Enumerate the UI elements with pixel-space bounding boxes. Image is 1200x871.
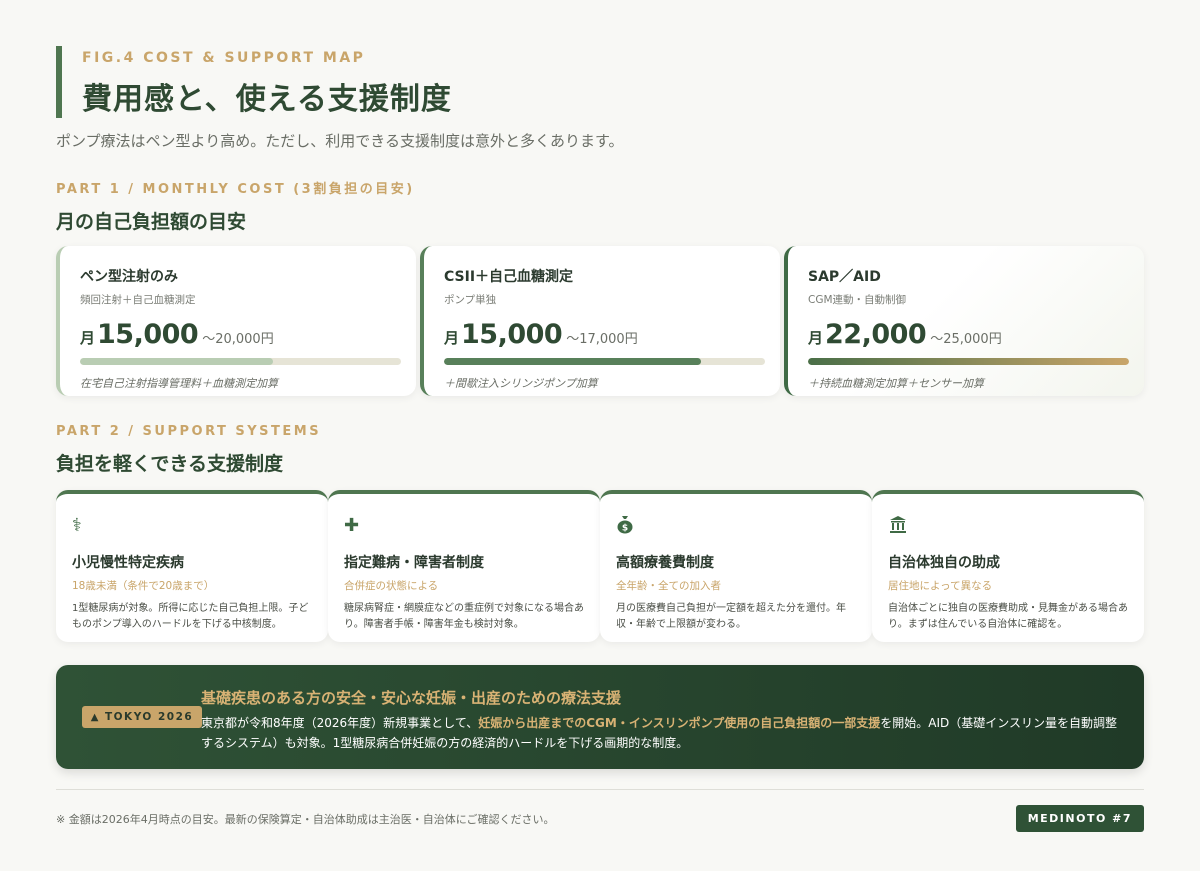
support-card-tag: 全年齢・全ての加入者	[616, 580, 721, 592]
footer-divider	[56, 789, 1144, 790]
part2-title: 負担を軽くできる支援制度	[56, 453, 284, 475]
cost-card-note: ＋持続血糖測定加算＋センサー加算	[808, 377, 984, 390]
support-card-description: 1型糖尿病が対象。所得に応じた自己負担上限。子どものポンプ導入のハードルを下げる…	[72, 603, 309, 630]
tokyo-support-banner: ▲ TOKYO 2026 基礎疾患のある方の安全・安心な妊娠・出産のための療法支…	[56, 665, 1144, 769]
support-card-pediatric: ⚕ 小児慢性特定疾病 18歳未満（条件で20歳まで） 1型糖尿病が対象。所得に応…	[56, 490, 328, 642]
cost-amount: 22,000	[825, 319, 927, 350]
support-card-municipal: 自治体独自の助成 居住地によって異なる 自治体ごとに独自の医療費助成・見舞金があ…	[872, 490, 1144, 642]
page-subtitle: ポンプ療法はペン型より高め。ただし、利用できる支援制度は意外と多くあります。	[56, 132, 624, 150]
tokyo-badge-label: TOKYO 2026	[104, 711, 194, 723]
cost-card-subtitle: ポンプ単独	[444, 294, 497, 306]
support-card-name: 高額療養費制度	[616, 555, 714, 571]
support-card-description: 糖尿病腎症・網膜症などの重症例で対象になる場合あり。障害者手帳・障害年金も検討対…	[344, 603, 584, 630]
government-building-icon	[888, 514, 1128, 538]
part1-label: PART 1 / MONTHLY COST (3割負担の目安)	[56, 182, 415, 197]
cost-range: 〜25,000円	[930, 332, 1002, 347]
cost-card-sap-aid: SAP／AID CGM連動・自動制御 月 22,000 〜25,000円 ＋持続…	[784, 246, 1144, 396]
footnote: ※ 金額は2026年4月時点の目安。最新の保険算定・自治体助成は主治医・自治体に…	[56, 812, 555, 826]
cost-card-pen: ペン型注射のみ 頻回注射＋自己血糖測定 月 15,000 〜20,000円 在宅…	[56, 246, 416, 396]
cost-prefix: 月	[444, 329, 460, 347]
cost-card-csii: CSII＋自己血糖測定 ポンプ単独 月 15,000 〜17,000円 ＋間歇注…	[420, 246, 780, 396]
cost-card-subtitle: CGM連動・自動制御	[808, 294, 907, 306]
cost-card-name: ペン型注射のみ	[80, 269, 178, 285]
support-card-list: ⚕ 小児慢性特定疾病 18歳未満（条件で20歳まで） 1型糖尿病が対象。所得に応…	[56, 490, 1144, 642]
support-card-high-cost: $ 高額療養費制度 全年齢・全ての加入者 月の医療費自己負担が一定額を超えた分を…	[600, 490, 872, 642]
cost-card-list: ペン型注射のみ 頻回注射＋自己血糖測定 月 15,000 〜20,000円 在宅…	[56, 246, 1144, 396]
support-card-name: 小児慢性特定疾病	[72, 555, 184, 571]
cost-range: 〜20,000円	[202, 332, 274, 347]
cost-card-subtitle: 頻回注射＋自己血糖測定	[80, 294, 196, 306]
support-card-intractable-disease: ✚ 指定難病・障害者制度 合併症の状態による 糖尿病腎症・網膜症などの重症例で対…	[328, 490, 600, 642]
svg-text:$: $	[622, 524, 628, 534]
cost-card-note: 在宅自己注射指導管理料＋血糖測定加算	[80, 377, 278, 390]
tokyo-badge: ▲ TOKYO 2026	[82, 706, 202, 728]
footer: ※ 金額は2026年4月時点の目安。最新の保険算定・自治体助成は主治医・自治体に…	[56, 805, 1144, 832]
support-card-tag: 合併症の状態による	[344, 580, 439, 592]
banner-body: 東京都が令和8年度（2026年度）新規事業として、妊娠から出産までのCGM・イン…	[201, 714, 1121, 754]
cost-bar-fill	[80, 358, 273, 365]
cost-prefix: 月	[808, 329, 824, 347]
support-card-name: 自治体独自の助成	[888, 555, 1000, 571]
figure-label: FIG.4 COST & SUPPORT MAP	[82, 50, 366, 66]
banner-text: 基礎疾患のある方の安全・安心な妊娠・出産のための療法支援 東京都が令和8年度（2…	[201, 687, 1121, 754]
cost-card-note: ＋間歇注入シリンジポンプ加算	[444, 377, 598, 390]
government-building-icon-svg	[890, 516, 906, 533]
stethoscope-icon: ⚕	[72, 515, 82, 536]
cost-bar-track	[444, 358, 765, 365]
part2-label: PART 2 / SUPPORT SYSTEMS	[56, 424, 322, 439]
cost-range: 〜17,000円	[566, 332, 638, 347]
support-card-tag: 18歳未満（条件で20歳まで）	[72, 580, 215, 592]
support-card-name: 指定難病・障害者制度	[344, 555, 484, 571]
hospital-icon: ✚	[344, 515, 360, 536]
page-title: 費用感と、使える支援制度	[82, 82, 452, 117]
brand-badge: MEDINOTO #7	[1015, 805, 1144, 832]
part1-title: 月の自己負担額の目安	[56, 211, 247, 233]
banner-body-highlight: 妊娠から出産までのCGM・インスリンポンプ使用の自己負担額の一部支援	[478, 716, 881, 730]
cost-bar-fill	[444, 358, 701, 365]
cost-card-price: 月 15,000 〜20,000円	[80, 319, 398, 350]
page-header: FIG.4 COST & SUPPORT MAP 費用感と、使える支援制度	[56, 46, 1144, 118]
money-bag-icon-svg: $	[617, 516, 633, 534]
banner-body-intro: 東京都が令和8年度（2026年度）新規事業として、	[201, 716, 479, 730]
cost-card-name: CSII＋自己血糖測定	[444, 269, 574, 285]
cost-card-price: 月 15,000 〜17,000円	[444, 319, 762, 350]
support-card-tag: 居住地によって異なる	[888, 580, 993, 592]
banner-title: 基礎疾患のある方の安全・安心な妊娠・出産のための療法支援	[201, 689, 622, 707]
cost-amount: 15,000	[97, 319, 199, 350]
cost-amount: 15,000	[461, 319, 563, 350]
cost-bar-track	[808, 358, 1129, 365]
cost-card-name: SAP／AID	[808, 269, 881, 285]
cost-prefix: 月	[80, 329, 96, 347]
cost-card-price: 月 22,000 〜25,000円	[808, 319, 1126, 350]
cost-bar-track	[80, 358, 401, 365]
money-bag-icon: $	[616, 514, 856, 538]
pin-icon: ▲	[90, 711, 100, 723]
support-card-description: 月の医療費自己負担が一定額を超えた分を還付。年収・年齢で上限額が変わる。	[616, 603, 846, 630]
page: FIG.4 COST & SUPPORT MAP 費用感と、使える支援制度 ポン…	[56, 46, 1144, 832]
cost-bar-fill	[808, 358, 1129, 365]
support-card-description: 自治体ごとに独自の医療費助成・見舞金がある場合あり。まずは住んでいる自治体に確認…	[888, 603, 1128, 630]
